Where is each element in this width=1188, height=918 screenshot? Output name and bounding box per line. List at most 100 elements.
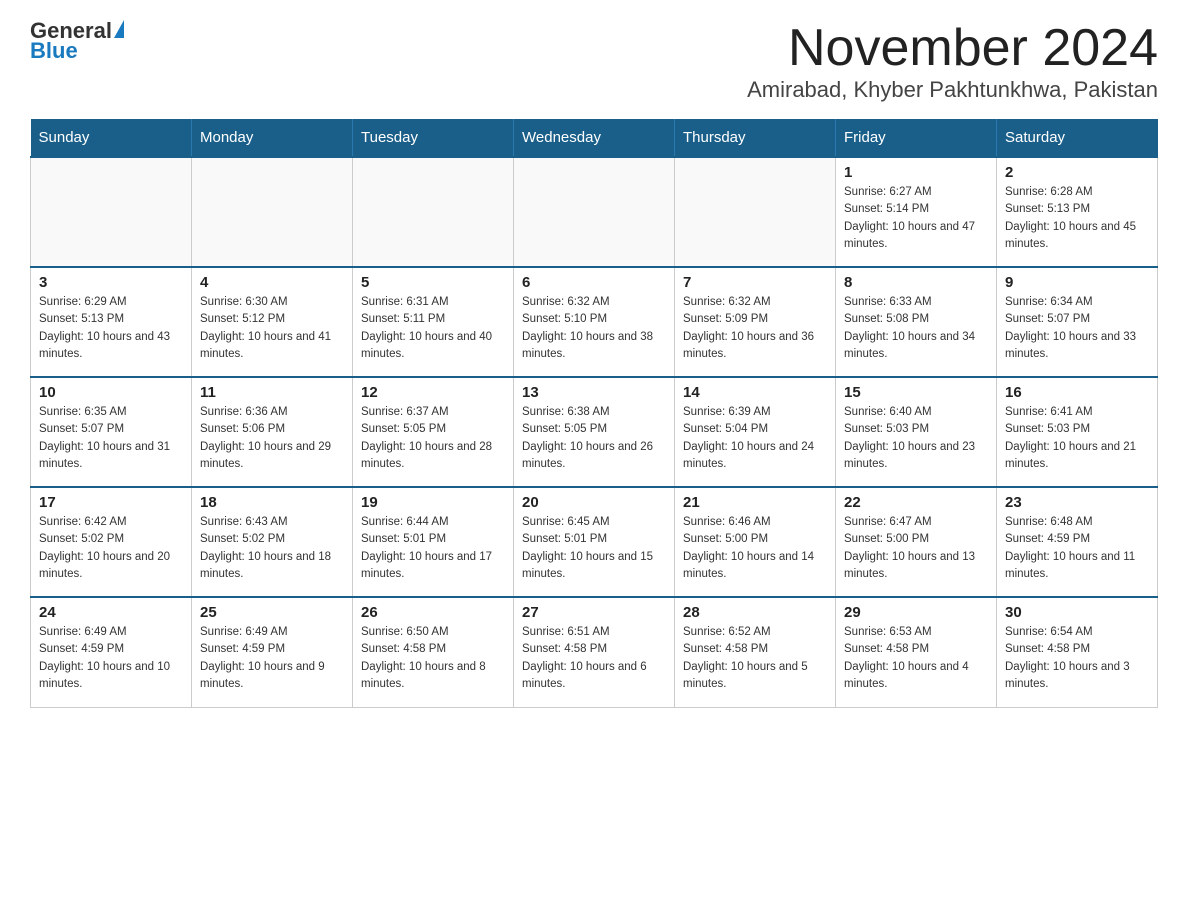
calendar-title-area: November 2024 Amirabad, Khyber Pakhtunkh… xyxy=(747,20,1158,103)
day-number: 6 xyxy=(522,274,666,291)
day-number: 18 xyxy=(200,494,344,511)
calendar-cell xyxy=(675,157,836,267)
calendar-week-row: 3 Sunrise: 6:29 AMSunset: 5:13 PMDaylight… xyxy=(31,267,1158,377)
day-number: 2 xyxy=(1005,164,1149,181)
calendar-cell: 24 Sunrise: 6:49 AMSunset: 4:59 PMDayligh… xyxy=(31,597,192,707)
calendar-cell xyxy=(514,157,675,267)
day-number: 30 xyxy=(1005,604,1149,621)
day-number: 3 xyxy=(39,274,183,291)
calendar-cell: 7 Sunrise: 6:32 AMSunset: 5:09 PMDaylight… xyxy=(675,267,836,377)
day-sun-info: Sunrise: 6:31 AMSunset: 5:11 PMDaylight:… xyxy=(361,294,505,363)
calendar-cell: 9 Sunrise: 6:34 AMSunset: 5:07 PMDaylight… xyxy=(997,267,1158,377)
day-number: 10 xyxy=(39,384,183,401)
day-number: 25 xyxy=(200,604,344,621)
calendar-cell: 28 Sunrise: 6:52 AMSunset: 4:58 PMDayligh… xyxy=(675,597,836,707)
month-year-title: November 2024 xyxy=(747,20,1158,77)
day-sun-info: Sunrise: 6:41 AMSunset: 5:03 PMDaylight:… xyxy=(1005,404,1149,473)
logo-arrow-icon xyxy=(114,20,124,38)
day-number: 20 xyxy=(522,494,666,511)
weekday-header-monday: Monday xyxy=(192,119,353,157)
calendar-cell: 5 Sunrise: 6:31 AMSunset: 5:11 PMDaylight… xyxy=(353,267,514,377)
day-sun-info: Sunrise: 6:47 AMSunset: 5:00 PMDaylight:… xyxy=(844,514,988,583)
day-sun-info: Sunrise: 6:35 AMSunset: 5:07 PMDaylight:… xyxy=(39,404,183,473)
weekday-header-wednesday: Wednesday xyxy=(514,119,675,157)
weekday-header-friday: Friday xyxy=(836,119,997,157)
calendar-cell: 2Sunrise: 6:28 AMSunset: 5:13 PMDaylight… xyxy=(997,157,1158,267)
weekday-header-thursday: Thursday xyxy=(675,119,836,157)
calendar-cell: 10 Sunrise: 6:35 AMSunset: 5:07 PMDayligh… xyxy=(31,377,192,487)
calendar-cell: 11Sunrise: 6:36 AMSunset: 5:06 PMDayligh… xyxy=(192,377,353,487)
calendar-cell: 6 Sunrise: 6:32 AMSunset: 5:10 PMDaylight… xyxy=(514,267,675,377)
calendar-cell: 22Sunrise: 6:47 AMSunset: 5:00 PMDayligh… xyxy=(836,487,997,597)
day-number: 9 xyxy=(1005,274,1149,291)
day-number: 7 xyxy=(683,274,827,291)
weekday-header-row: SundayMondayTuesdayWednesdayThursdayFrid… xyxy=(31,119,1158,157)
calendar-table: SundayMondayTuesdayWednesdayThursdayFrid… xyxy=(30,119,1158,708)
calendar-cell: 29 Sunrise: 6:53 AMSunset: 4:58 PMDayligh… xyxy=(836,597,997,707)
day-sun-info: Sunrise: 6:30 AMSunset: 5:12 PMDaylight:… xyxy=(200,294,344,363)
day-sun-info: Sunrise: 6:54 AMSunset: 4:58 PMDaylight:… xyxy=(1005,624,1149,693)
day-sun-info: Sunrise: 6:49 AMSunset: 4:59 PMDaylight:… xyxy=(39,624,183,693)
day-number: 1 xyxy=(844,164,988,181)
day-number: 26 xyxy=(361,604,505,621)
calendar-cell: 18 Sunrise: 6:43 AMSunset: 5:02 PMDayligh… xyxy=(192,487,353,597)
day-sun-info: Sunrise: 6:44 AMSunset: 5:01 PMDaylight:… xyxy=(361,514,505,583)
calendar-week-row: 1 Sunrise: 6:27 AMSunset: 5:14 PMDaylight… xyxy=(31,157,1158,267)
day-number: 28 xyxy=(683,604,827,621)
day-number: 5 xyxy=(361,274,505,291)
calendar-cell: 30 Sunrise: 6:54 AMSunset: 4:58 PMDayligh… xyxy=(997,597,1158,707)
day-number: 14 xyxy=(683,384,827,401)
day-number: 11 xyxy=(200,384,344,401)
day-number: 16 xyxy=(1005,384,1149,401)
day-sun-info: Sunrise: 6:48 AMSunset: 4:59 PMDaylight:… xyxy=(1005,514,1149,583)
day-sun-info: Sunrise: 6:52 AMSunset: 4:58 PMDaylight:… xyxy=(683,624,827,693)
calendar-cell: 25 Sunrise: 6:49 AMSunset: 4:59 PMDayligh… xyxy=(192,597,353,707)
day-sun-info: Sunrise: 6:34 AMSunset: 5:07 PMDaylight:… xyxy=(1005,294,1149,363)
day-sun-info: Sunrise: 6:27 AMSunset: 5:14 PMDaylight:… xyxy=(844,184,988,253)
day-number: 19 xyxy=(361,494,505,511)
calendar-cell: 20 Sunrise: 6:45 AMSunset: 5:01 PMDayligh… xyxy=(514,487,675,597)
calendar-cell: 14 Sunrise: 6:39 AMSunset: 5:04 PMDayligh… xyxy=(675,377,836,487)
calendar-cell xyxy=(31,157,192,267)
calendar-cell: 19 Sunrise: 6:44 AMSunset: 5:01 PMDayligh… xyxy=(353,487,514,597)
calendar-cell: 15Sunrise: 6:40 AMSunset: 5:03 PMDayligh… xyxy=(836,377,997,487)
day-sun-info: Sunrise: 6:37 AMSunset: 5:05 PMDaylight:… xyxy=(361,404,505,473)
day-sun-info: Sunrise: 6:39 AMSunset: 5:04 PMDaylight:… xyxy=(683,404,827,473)
day-number: 13 xyxy=(522,384,666,401)
logo-blue-text: Blue xyxy=(30,40,78,62)
calendar-week-row: 10 Sunrise: 6:35 AMSunset: 5:07 PMDayligh… xyxy=(31,377,1158,487)
day-sun-info: Sunrise: 6:32 AMSunset: 5:10 PMDaylight:… xyxy=(522,294,666,363)
calendar-cell: 16 Sunrise: 6:41 AMSunset: 5:03 PMDayligh… xyxy=(997,377,1158,487)
weekday-header-saturday: Saturday xyxy=(997,119,1158,157)
day-number: 15 xyxy=(844,384,988,401)
day-sun-info: Sunrise: 6:29 AMSunset: 5:13 PMDaylight:… xyxy=(39,294,183,363)
day-number: 24 xyxy=(39,604,183,621)
day-sun-info: Sunrise: 6:45 AMSunset: 5:01 PMDaylight:… xyxy=(522,514,666,583)
day-sun-info: Sunrise: 6:46 AMSunset: 5:00 PMDaylight:… xyxy=(683,514,827,583)
calendar-cell: 26 Sunrise: 6:50 AMSunset: 4:58 PMDayligh… xyxy=(353,597,514,707)
day-sun-info: Sunrise: 6:42 AMSunset: 5:02 PMDaylight:… xyxy=(39,514,183,583)
calendar-cell: 1 Sunrise: 6:27 AMSunset: 5:14 PMDaylight… xyxy=(836,157,997,267)
day-sun-info: Sunrise: 6:49 AMSunset: 4:59 PMDaylight:… xyxy=(200,624,344,693)
day-number: 17 xyxy=(39,494,183,511)
location-subtitle: Amirabad, Khyber Pakhtunkhwa, Pakistan xyxy=(747,77,1158,103)
day-number: 4 xyxy=(200,274,344,291)
day-number: 21 xyxy=(683,494,827,511)
day-number: 27 xyxy=(522,604,666,621)
day-number: 29 xyxy=(844,604,988,621)
page-header: General Blue November 2024 Amirabad, Khy… xyxy=(30,20,1158,103)
calendar-cell: 27 Sunrise: 6:51 AMSunset: 4:58 PMDayligh… xyxy=(514,597,675,707)
day-sun-info: Sunrise: 6:50 AMSunset: 4:58 PMDaylight:… xyxy=(361,624,505,693)
day-number: 12 xyxy=(361,384,505,401)
calendar-cell: 4 Sunrise: 6:30 AMSunset: 5:12 PMDaylight… xyxy=(192,267,353,377)
calendar-cell xyxy=(353,157,514,267)
day-sun-info: Sunrise: 6:43 AMSunset: 5:02 PMDaylight:… xyxy=(200,514,344,583)
weekday-header-tuesday: Tuesday xyxy=(353,119,514,157)
day-sun-info: Sunrise: 6:51 AMSunset: 4:58 PMDaylight:… xyxy=(522,624,666,693)
calendar-cell: 21 Sunrise: 6:46 AMSunset: 5:00 PMDayligh… xyxy=(675,487,836,597)
day-sun-info: Sunrise: 6:53 AMSunset: 4:58 PMDaylight:… xyxy=(844,624,988,693)
calendar-cell: 12 Sunrise: 6:37 AMSunset: 5:05 PMDayligh… xyxy=(353,377,514,487)
day-sun-info: Sunrise: 6:32 AMSunset: 5:09 PMDaylight:… xyxy=(683,294,827,363)
day-sun-info: Sunrise: 6:38 AMSunset: 5:05 PMDaylight:… xyxy=(522,404,666,473)
calendar-cell xyxy=(192,157,353,267)
